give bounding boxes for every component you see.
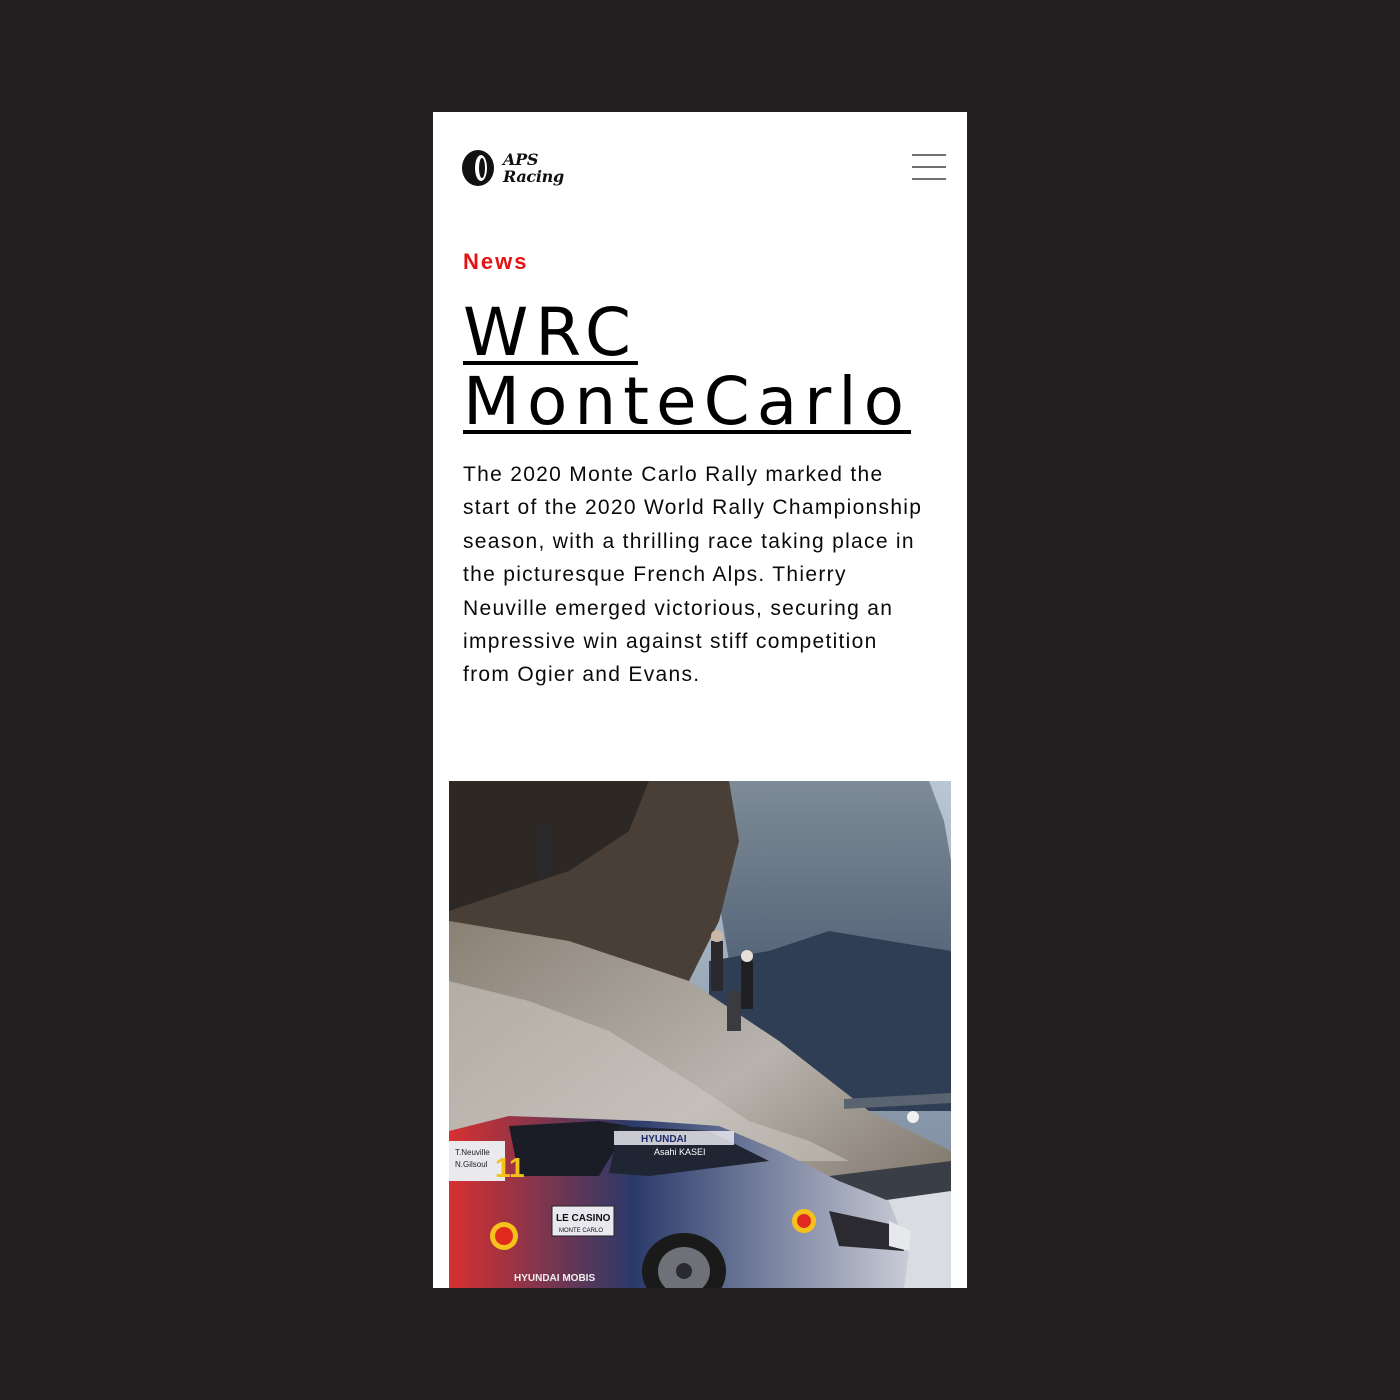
site-logo[interactable]: APS Racing — [461, 148, 611, 188]
logo-wordmark: APS Racing — [503, 151, 564, 185]
site-header: APS Racing — [433, 112, 967, 222]
article-photo: HYUNDAI Asahi KASEI T.Neuville N.Gilsoul… — [449, 781, 951, 1288]
door-text: HYUNDAI MOBIS — [514, 1273, 595, 1284]
rally-car-photo: HYUNDAI Asahi KASEI T.Neuville N.Gilsoul… — [449, 781, 951, 1288]
article-category[interactable]: News — [463, 249, 528, 275]
windshield-sub: Asahi KASEI — [654, 1147, 706, 1157]
logo-line-2: Racing — [503, 167, 564, 186]
decal-driver: T.Neuville — [455, 1148, 490, 1157]
hamburger-menu-button[interactable] — [912, 154, 948, 182]
mobile-screen: APS Racing News WRC MonteCarlo The 2020 … — [433, 112, 967, 1288]
sponsor-banner: LE CASINO — [556, 1213, 611, 1224]
decal-codriver: N.Gilsoul — [455, 1160, 488, 1169]
article-body: The 2020 Monte Carlo Rally marked the st… — [463, 463, 923, 687]
article-title[interactable]: WRC MonteCarlo — [463, 298, 953, 436]
car-number: 11 — [495, 1152, 525, 1183]
logo-line-1: APS — [503, 150, 539, 169]
sponsor-sub: MONTE CARLO — [559, 1228, 603, 1234]
windshield-brand: HYUNDAI — [641, 1134, 687, 1145]
tire-icon — [462, 150, 494, 186]
